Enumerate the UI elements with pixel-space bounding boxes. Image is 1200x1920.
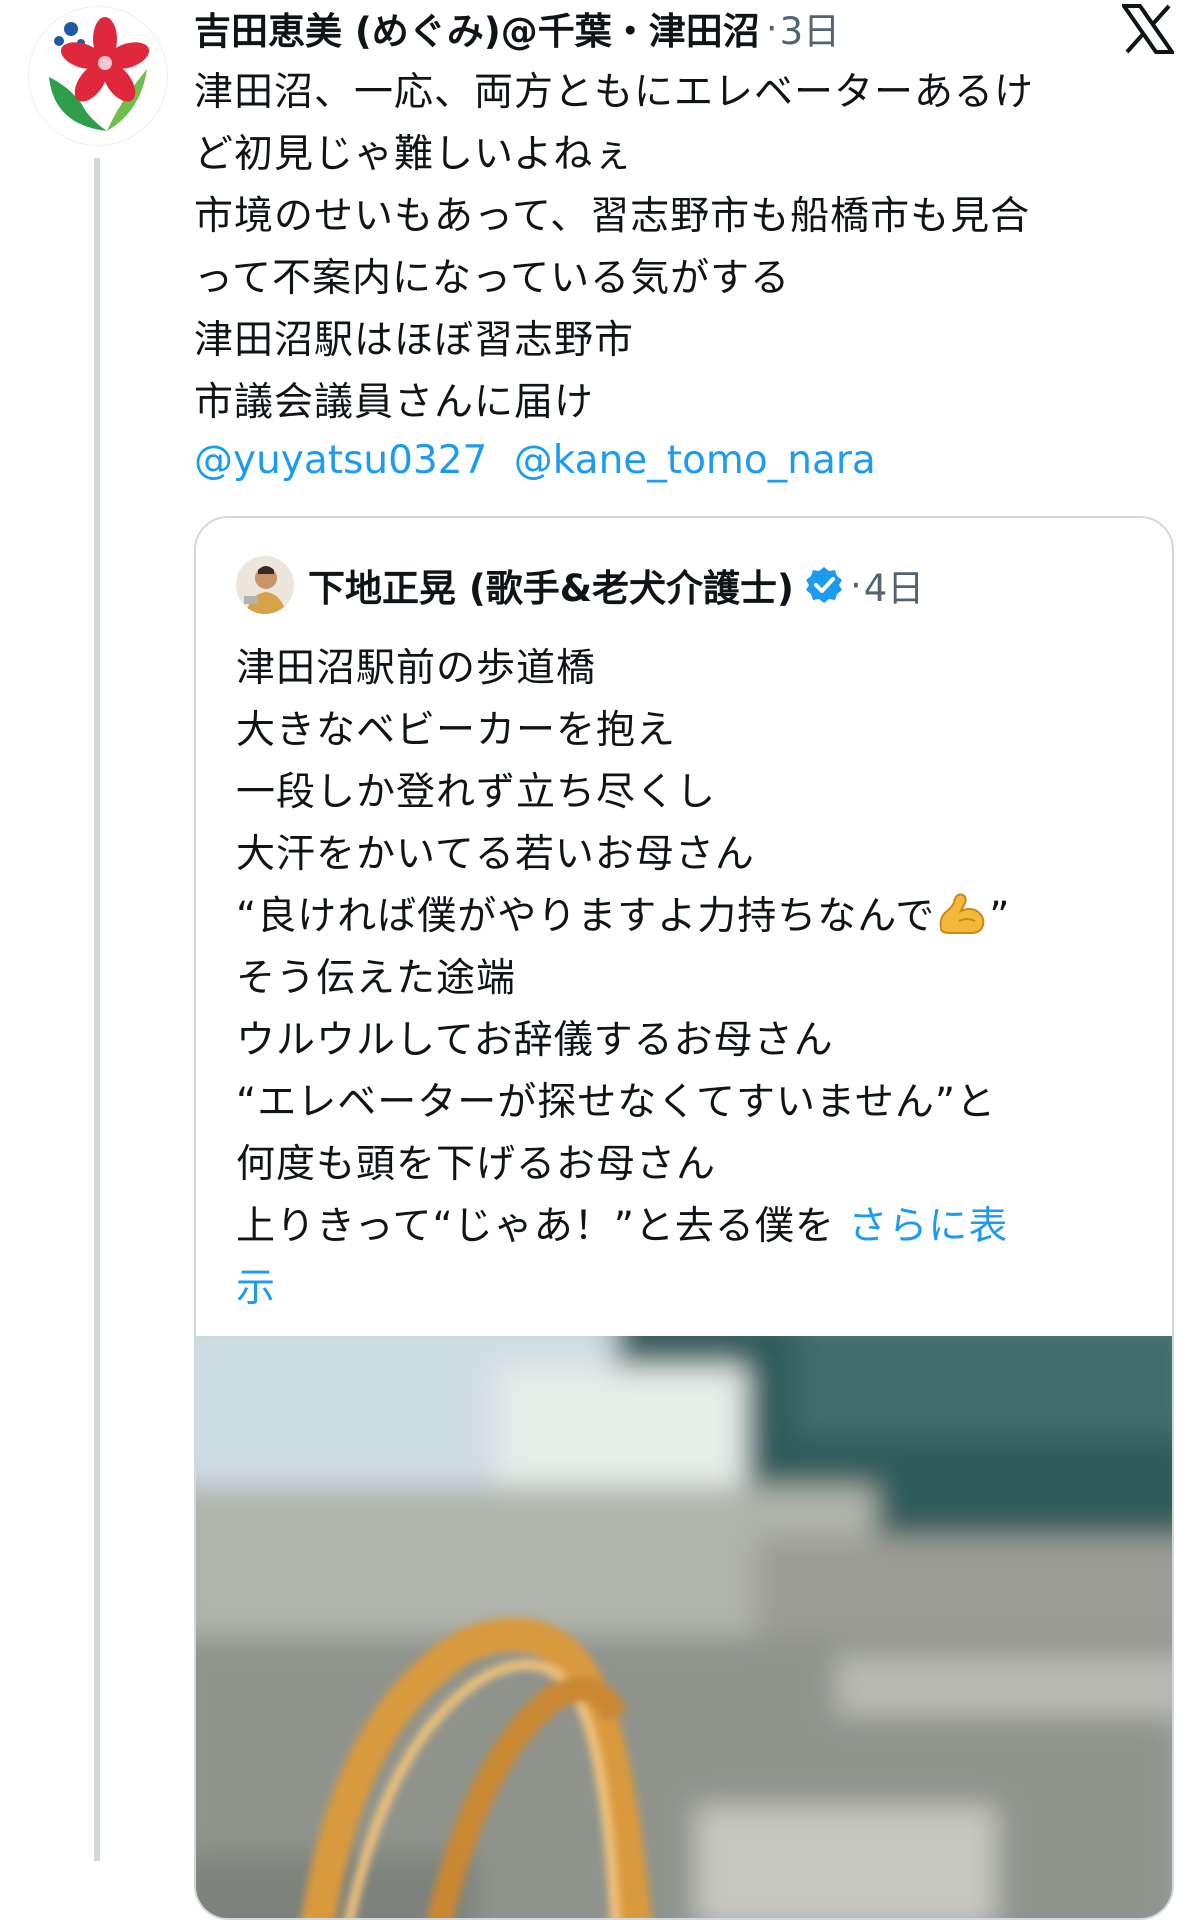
blurred-station-photo — [196, 1336, 1172, 1918]
quote-line: ” — [989, 894, 1011, 939]
separator-dot: · — [849, 563, 862, 607]
tweet-line: 市境のせいもあって、習志野市も船橋市も見合 — [194, 194, 1031, 239]
person-avatar-icon — [236, 556, 294, 614]
flexed-biceps-icon — [939, 893, 985, 934]
quoted-tweet-photo[interactable] — [196, 1336, 1172, 1918]
x-logo-icon[interactable] — [1122, 4, 1174, 54]
quote-line: 何度も頭を下げるお母さん — [236, 1142, 717, 1187]
verified-badge-icon — [805, 567, 842, 603]
quoted-tweet-header: 下地正晃 (歌手&老犬介護士) · 4日 — [236, 554, 924, 616]
tweet-line: 津田沼駅はほぼ習志野市 — [194, 318, 635, 363]
quote-line: 大きなベビーカーを抱え — [236, 708, 677, 753]
tweet-text: 津田沼、一応、両方ともにエレベーターあるけ ど初見じゃ難しいよねぇ 市境のせいも… — [194, 62, 1154, 434]
separator-dot: · — [765, 6, 778, 50]
tweet-timestamp[interactable]: 3日 — [780, 1, 841, 55]
quote-line-with-emoji: “良ければ僕がやりますよ力持ちなんで ” — [236, 886, 1136, 948]
quote-line: 津田沼駅前の歩道橋 — [236, 646, 597, 691]
quote-line: そう伝えた途端 — [236, 956, 517, 1001]
quoted-tweet-text: 津田沼駅前の歩道橋 大きなベビーカーを抱え 一段しか登れず立ち尽くし 大汗をかい… — [236, 638, 1136, 1320]
quoted-author-avatar[interactable] — [236, 556, 294, 614]
show-more-link[interactable]: さらに表 — [848, 1204, 1008, 1249]
mention-link[interactable]: @kane_tomo_nara — [514, 438, 876, 483]
quote-line: “良ければ僕がやりますよ力持ちなんで — [236, 894, 936, 939]
quote-last-line: 上りきって“じゃあ！”と去る僕を さらに表 — [236, 1196, 1136, 1258]
quote-line: 大汗をかいてる若いお母さん — [236, 832, 755, 877]
tweet-header: 吉田恵美 (めぐみ)@千葉・津田沼 · 3日 — [194, 0, 1124, 56]
quoted-tweet-timestamp[interactable]: 4日 — [864, 558, 925, 612]
thread-line — [94, 158, 100, 1861]
quote-line: 一段しか登れず立ち尽くし — [236, 770, 717, 815]
tweet-line: って不案内になっている気がする — [194, 256, 791, 301]
quoted-tweet-card[interactable]: 下地正晃 (歌手&老犬介護士) · 4日 津田沼駅前の歩道橋 大きなベビーカーを… — [194, 516, 1174, 1920]
quote-line: “エレベーターが探せなくてすいません”と — [236, 1080, 997, 1125]
tweet-line: 津田沼、一応、両方ともにエレベーターあるけ — [194, 70, 1035, 115]
flower-logo-icon — [49, 17, 150, 131]
author-name[interactable]: 吉田恵美 (めぐみ)@千葉・津田沼 — [194, 1, 760, 55]
tweet-line: ど初見じゃ難しいよねぇ — [194, 132, 634, 177]
quoted-author-name[interactable]: 下地正晃 (歌手&老犬介護士) — [308, 558, 794, 612]
mention-link[interactable]: @yuyatsu0327 — [194, 438, 487, 483]
show-more-link[interactable]: 示 — [236, 1266, 276, 1311]
tweet-line: 市議会議員さんに届け — [194, 380, 595, 425]
author-avatar[interactable] — [28, 6, 168, 146]
mentions: @yuyatsu0327 @kane_tomo_nara — [194, 430, 890, 492]
quote-line: ウルウルしてお辞儀するお母さん — [236, 1018, 834, 1063]
quote-line: 上りきって“じゃあ！”と去る僕を — [236, 1204, 835, 1249]
